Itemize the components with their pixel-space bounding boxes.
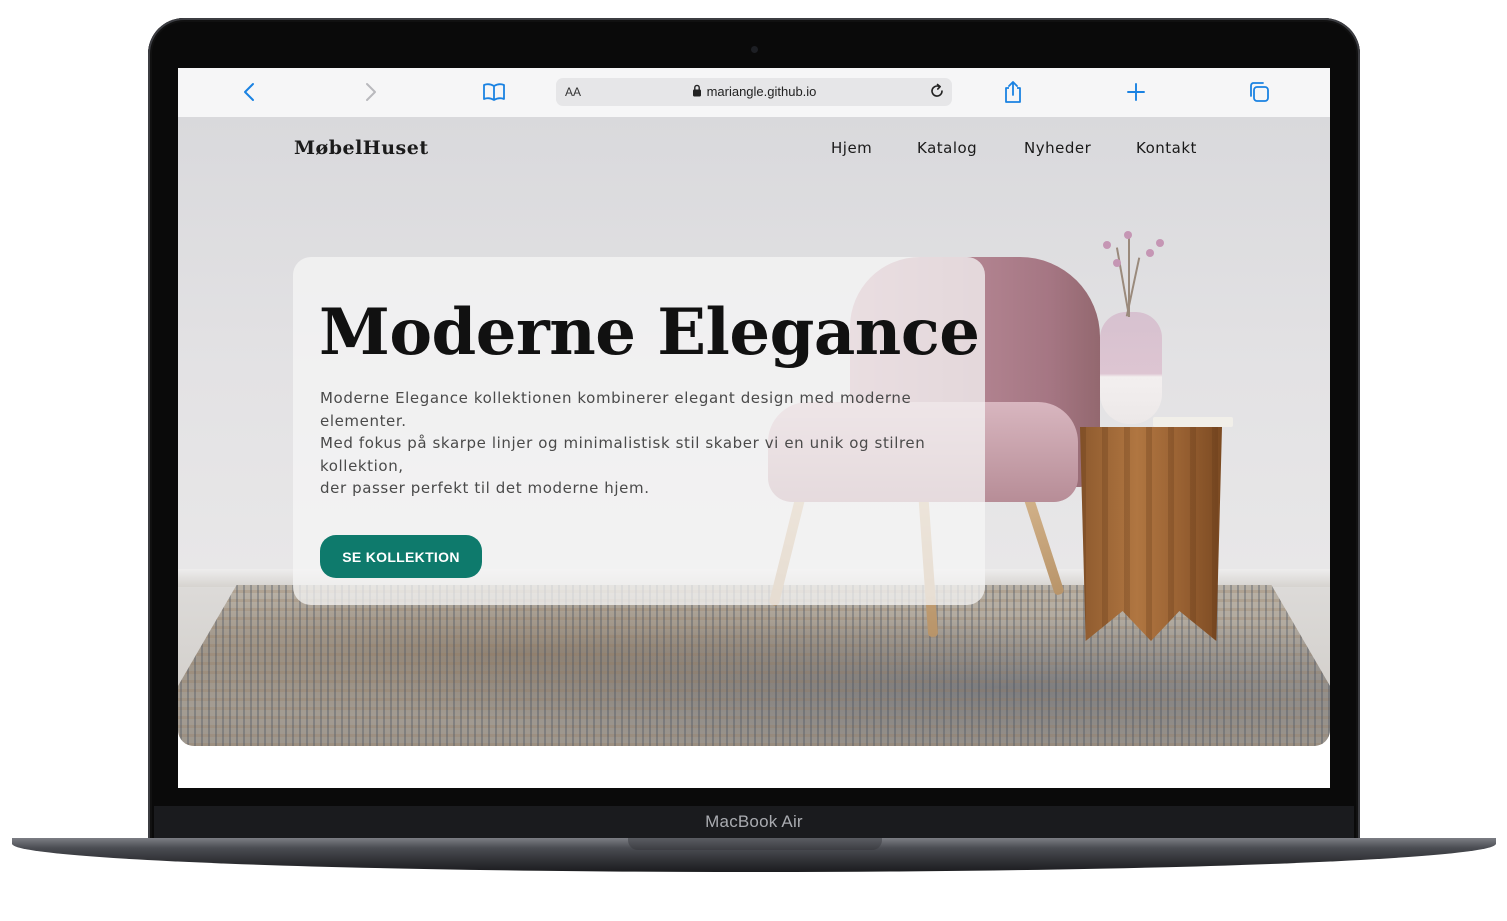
hero-description-line: Med fokus på skarpe linjer og minimalist… [320,434,926,475]
reload-icon[interactable] [928,82,946,104]
device-model-label: MacBook Air [705,812,803,831]
hero-section: MøbelHuset Hjem Katalog Nyheder Kontakt … [178,117,1330,746]
new-tab-icon[interactable] [1124,80,1148,104]
nav-link-nyheder[interactable]: Nyheder [1024,139,1091,157]
url-text: mariangle.github.io [706,84,817,99]
side-table-image [1080,427,1222,641]
flower [1103,241,1111,249]
book-image [1153,417,1233,427]
bookmarks-icon[interactable] [482,80,506,104]
hero-card: Moderne Elegance Moderne Elegance kollek… [293,257,985,605]
hero-title: Moderne Elegance [319,295,980,370]
lock-icon [692,84,702,100]
address-bar[interactable]: AA mariangle.github.io [556,78,952,106]
flower [1124,231,1132,239]
share-icon[interactable] [1001,80,1025,104]
back-icon[interactable] [237,80,261,104]
url-container: mariangle.github.io [556,84,952,100]
flower [1156,239,1164,247]
forward-icon[interactable] [359,80,383,104]
nav-link-kontakt[interactable]: Kontakt [1136,139,1197,157]
hero-description: Moderne Elegance kollektionen kombinerer… [320,387,930,500]
nav-link-hjem[interactable]: Hjem [831,139,872,157]
laptop-notch [628,838,882,850]
laptop-bezel: MacBook Air [154,806,1354,838]
hero-description-line: der passer perfekt til det moderne hjem. [320,479,650,497]
flower [1146,249,1154,257]
screen: AA mariangle.github.io MøbelHuset Hjem K… [178,68,1330,788]
browser-toolbar: AA mariangle.github.io [178,68,1330,118]
flower-stem [1128,237,1130,317]
nav-link-katalog[interactable]: Katalog [917,139,977,157]
flower [1113,259,1121,267]
hero-description-line: Moderne Elegance kollektionen kombinerer… [320,389,912,430]
camera [751,46,758,53]
vase-image [1100,312,1162,424]
se-kollektion-button[interactable]: SE KOLLEKTION [320,535,482,578]
site-logo[interactable]: MøbelHuset [294,137,429,159]
tabs-icon[interactable] [1247,80,1271,104]
